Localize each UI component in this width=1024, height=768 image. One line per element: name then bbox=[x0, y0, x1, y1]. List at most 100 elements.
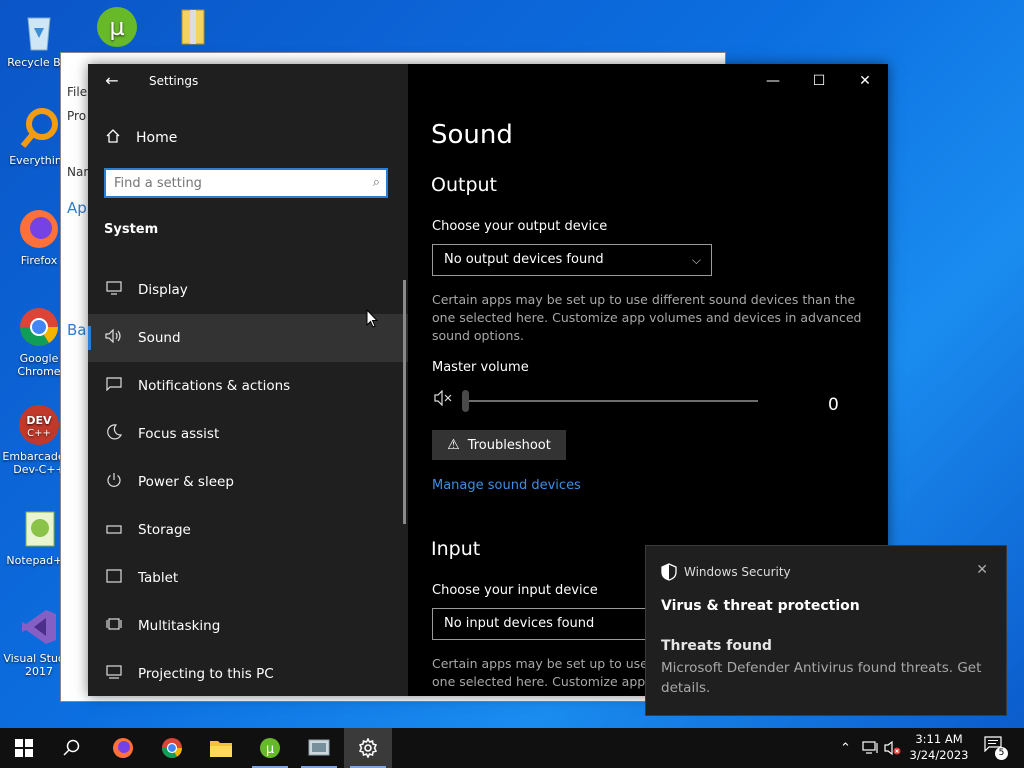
manage-sound-devices-link[interactable]: Manage sound devices bbox=[432, 478, 581, 493]
input-header: Input bbox=[431, 538, 481, 560]
toast-app-name: Windows Security bbox=[684, 565, 791, 579]
muted-speaker-icon[interactable] bbox=[434, 389, 454, 410]
gear-icon bbox=[358, 738, 378, 758]
moon-icon bbox=[104, 424, 124, 444]
nav-item-display[interactable]: Display bbox=[88, 266, 408, 314]
output-device-label: Choose your output device bbox=[432, 219, 608, 234]
toast-title: Virus & threat protection bbox=[661, 598, 860, 614]
taskbar-utorrent[interactable]: µ bbox=[246, 728, 294, 768]
toast-subtitle: Threats found bbox=[661, 638, 772, 654]
desktop-icon-utorrent[interactable]: µ bbox=[80, 4, 154, 52]
display-icon bbox=[104, 281, 124, 299]
windows-logo-icon bbox=[15, 739, 33, 757]
app-window-icon bbox=[308, 739, 330, 756]
troubleshoot-button[interactable]: ⚠ Troubleshoot bbox=[432, 430, 566, 460]
svg-text:C++: C++ bbox=[27, 428, 51, 439]
nav-item-label: Tablet bbox=[138, 570, 179, 586]
utorrent-icon: µ bbox=[94, 4, 140, 50]
taskbar-settings[interactable] bbox=[344, 728, 392, 768]
settings-sidebar: ← Settings Home ⌕ System Display Sound bbox=[88, 64, 408, 696]
network-icon[interactable] bbox=[862, 728, 880, 768]
mouse-cursor-icon bbox=[366, 309, 378, 328]
nav-item-notifications[interactable]: Notifications & actions bbox=[88, 362, 408, 410]
home-label: Home bbox=[136, 130, 178, 146]
firefox-icon bbox=[113, 738, 133, 758]
toast-body: Microsoft Defender Antivirus found threa… bbox=[661, 660, 982, 696]
chevron-down-icon: ⌵ bbox=[691, 253, 701, 267]
security-toast[interactable]: Windows Security ✕ Virus & threat protec… bbox=[645, 545, 1007, 716]
taskbar-firefox[interactable] bbox=[99, 728, 147, 768]
nav-item-focus-assist[interactable]: Focus assist bbox=[88, 410, 408, 458]
output-device-dropdown[interactable]: No output devices found ⌵ bbox=[432, 244, 712, 276]
notepadpp-icon bbox=[16, 506, 62, 552]
search-taskbar-button[interactable] bbox=[48, 728, 96, 768]
back-arrow-icon: ← bbox=[105, 71, 119, 90]
settings-nav: Display Sound Notifications & actions Fo… bbox=[88, 266, 408, 698]
tray-chevron-icon[interactable]: ⌃ bbox=[840, 728, 851, 768]
svg-text:DEV: DEV bbox=[26, 414, 52, 427]
magnifier-icon bbox=[16, 106, 62, 152]
tablet-icon bbox=[104, 569, 124, 587]
warning-icon: ⚠ bbox=[447, 437, 460, 453]
troubleshoot-label: Troubleshoot bbox=[467, 437, 551, 453]
nav-item-projecting[interactable]: Projecting to this PC bbox=[88, 650, 408, 698]
clock-time: 3:11 AM bbox=[915, 732, 963, 746]
nav-item-label: Focus assist bbox=[138, 426, 220, 442]
nav-item-storage[interactable]: Storage bbox=[88, 506, 408, 554]
back-button[interactable]: ← bbox=[98, 70, 126, 94]
start-button[interactable] bbox=[0, 728, 48, 768]
folder-icon bbox=[210, 741, 232, 757]
bg-menu-file[interactable]: File bbox=[67, 85, 87, 99]
nav-item-label: Display bbox=[138, 282, 188, 298]
action-center-button[interactable]: 5 bbox=[980, 736, 1008, 760]
nav-item-sound[interactable]: Sound bbox=[88, 314, 408, 362]
nav-item-label: Multitasking bbox=[138, 618, 221, 634]
nav-item-power-sleep[interactable]: Power & sleep bbox=[88, 458, 408, 506]
taskbar-clock[interactable]: 3:11 AM 3/24/2023 bbox=[904, 731, 974, 763]
input-device-label: Choose your input device bbox=[432, 583, 598, 598]
taskbar-chrome[interactable] bbox=[148, 728, 196, 768]
svg-text:µ: µ bbox=[109, 13, 124, 41]
storage-icon bbox=[104, 521, 124, 539]
notification-count-badge: 5 bbox=[995, 747, 1008, 760]
multitasking-icon bbox=[104, 617, 124, 635]
nav-item-label: Storage bbox=[138, 522, 191, 538]
search-input[interactable] bbox=[106, 170, 362, 196]
output-header: Output bbox=[431, 174, 497, 196]
shield-icon bbox=[661, 563, 677, 581]
search-box[interactable]: ⌕ bbox=[104, 168, 388, 198]
sidebar-scrollbar[interactable] bbox=[403, 280, 406, 524]
volume-muted-icon[interactable] bbox=[884, 728, 902, 768]
power-icon bbox=[104, 472, 124, 492]
nav-item-label: Notifications & actions bbox=[138, 378, 291, 394]
home-link[interactable]: Home bbox=[104, 126, 177, 150]
output-device-value: No output devices found bbox=[444, 252, 604, 267]
volume-slider-thumb[interactable] bbox=[462, 390, 469, 412]
toast-close-icon[interactable]: ✕ bbox=[976, 562, 988, 578]
search-icon bbox=[63, 739, 80, 756]
speaker-icon bbox=[104, 328, 124, 347]
bg-row: Ba bbox=[67, 321, 87, 339]
nav-item-tablet[interactable]: Tablet bbox=[88, 554, 408, 602]
home-icon bbox=[104, 128, 122, 148]
bg-row: Ap bbox=[67, 199, 87, 217]
section-label: System bbox=[104, 222, 159, 237]
input-device-value: No input devices found bbox=[444, 616, 595, 631]
nav-item-label: Power & sleep bbox=[138, 474, 234, 490]
utorrent-icon: µ bbox=[260, 738, 280, 758]
taskbar: µ ⌃ 3:11 AM 3/24/2023 5 bbox=[0, 728, 1024, 768]
taskbar-file-explorer[interactable] bbox=[197, 728, 245, 768]
nav-item-multitasking[interactable]: Multitasking bbox=[88, 602, 408, 650]
nav-item-label: Projecting to this PC bbox=[138, 666, 274, 682]
volume-value: 0 bbox=[828, 395, 839, 415]
chrome-icon bbox=[16, 304, 62, 350]
search-icon: ⌕ bbox=[372, 175, 380, 190]
window-title: Settings bbox=[149, 74, 199, 88]
notification-icon bbox=[104, 377, 124, 395]
desktop-icon-archive[interactable] bbox=[156, 4, 230, 52]
archive-icon bbox=[170, 4, 216, 50]
taskbar-app-window[interactable] bbox=[295, 728, 343, 768]
output-description: Certain apps may be set up to use differ… bbox=[432, 292, 862, 343]
devcpp-icon: DEV C++ bbox=[16, 402, 62, 448]
volume-slider-track[interactable] bbox=[466, 400, 758, 402]
